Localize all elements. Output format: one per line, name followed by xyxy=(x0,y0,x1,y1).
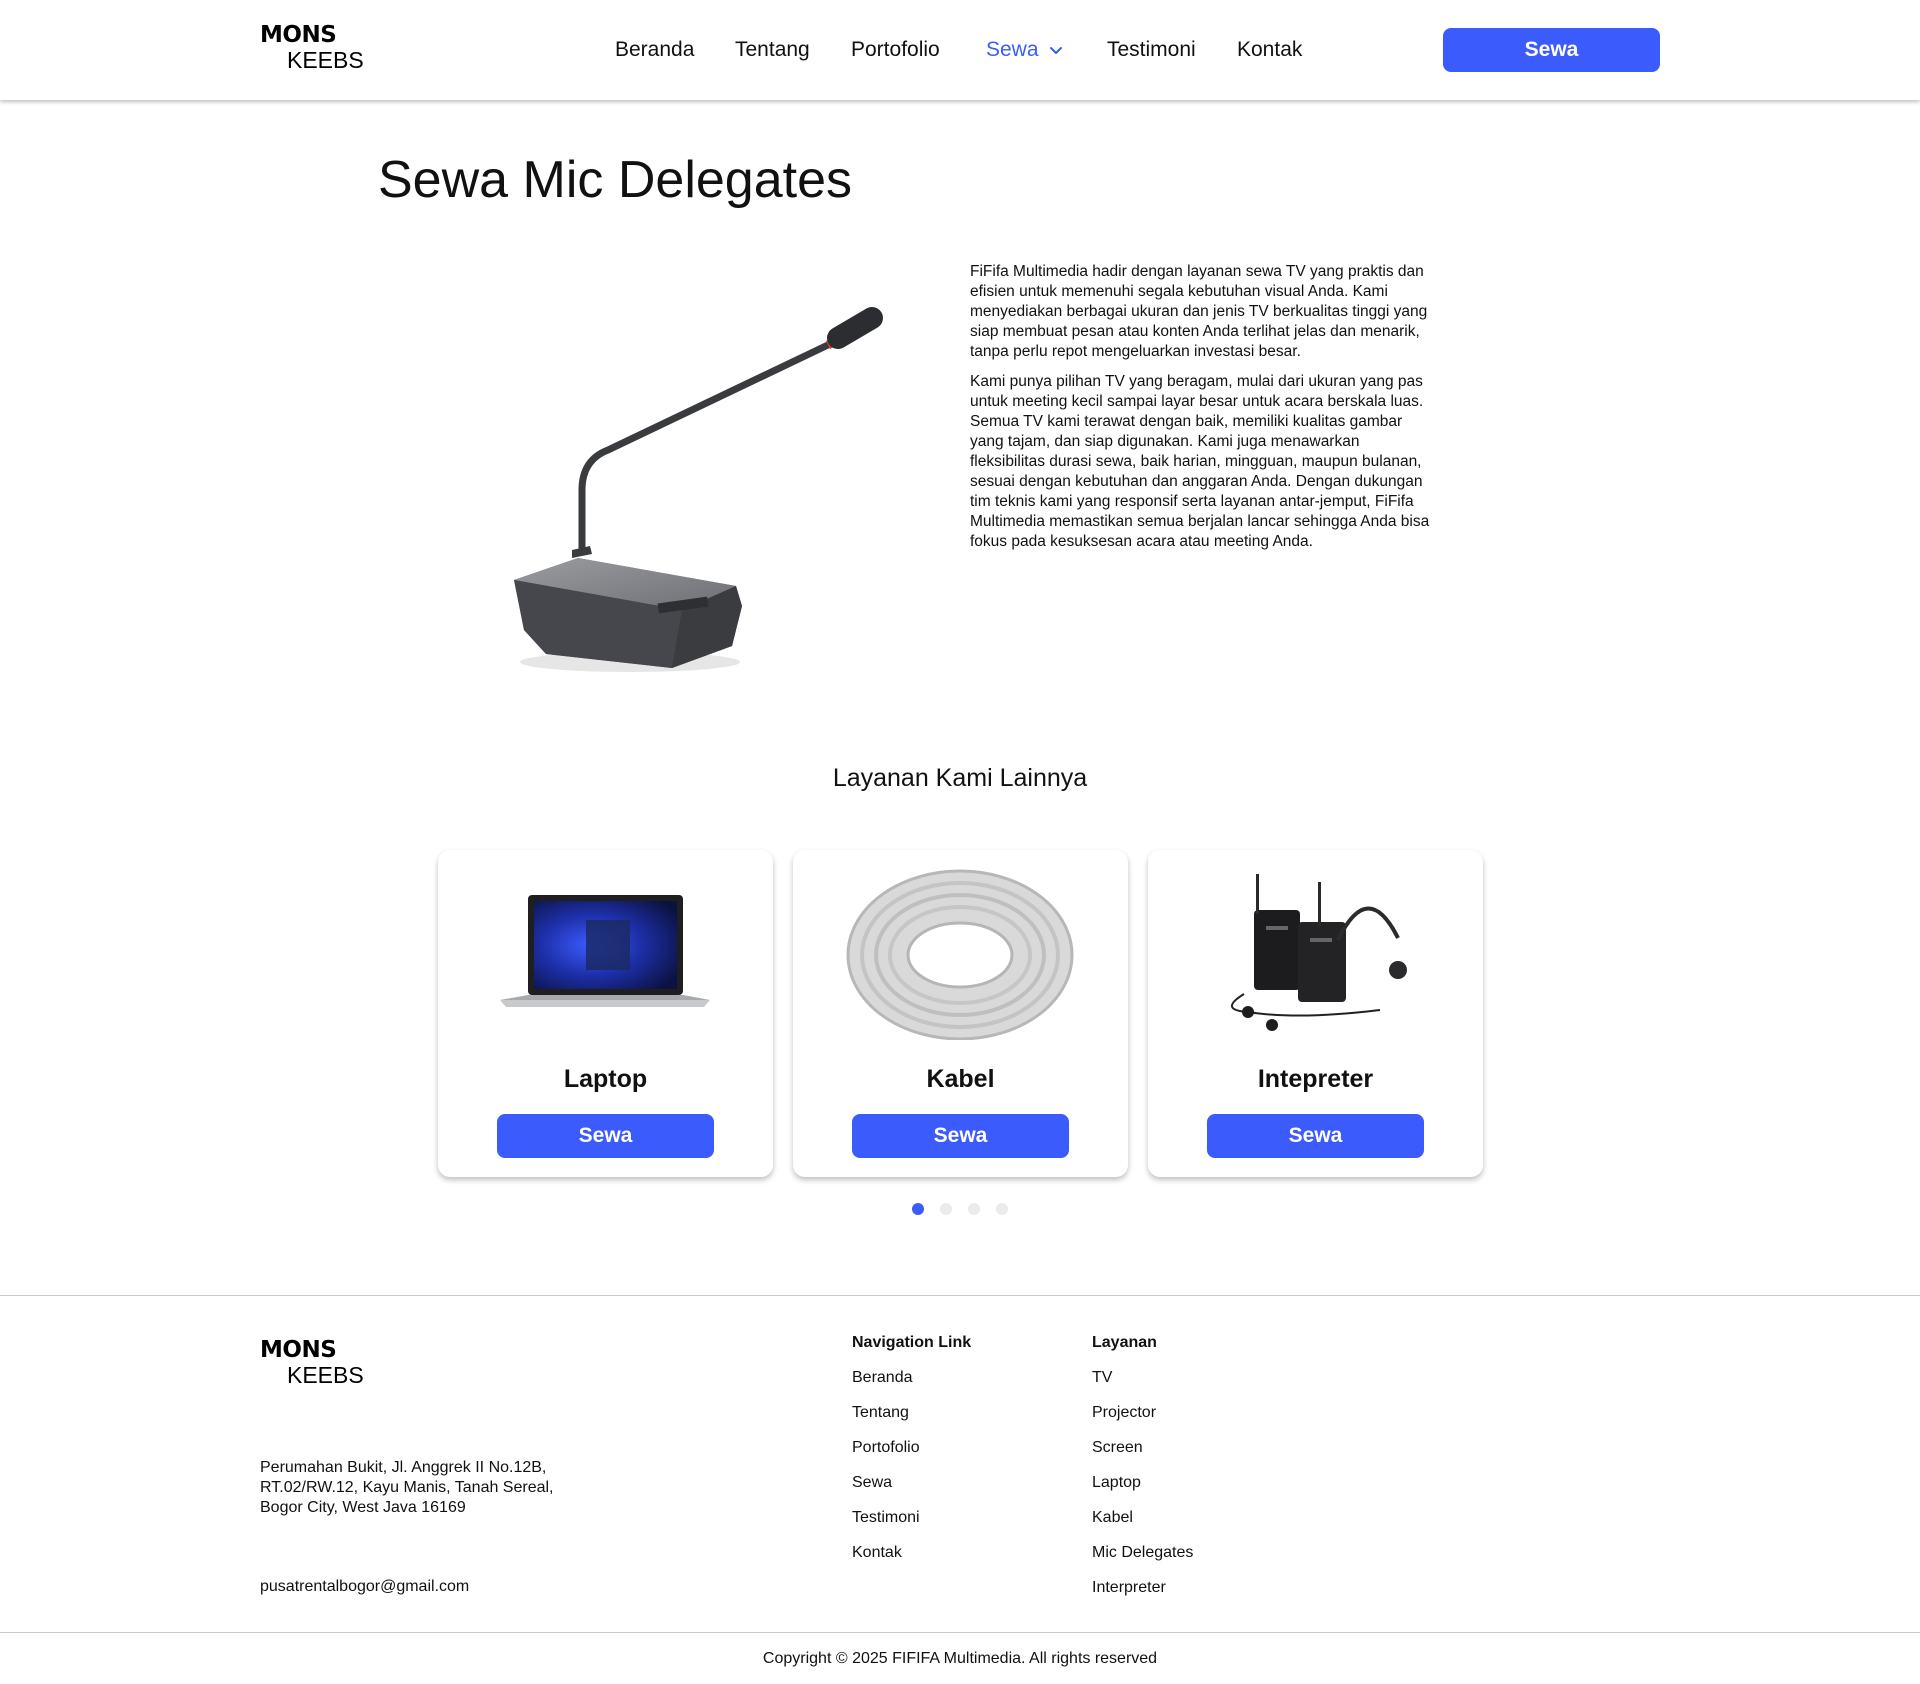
footer-link-portofolio[interactable]: Portofolio xyxy=(852,1438,971,1473)
interpreter-set-image xyxy=(1231,874,1407,1031)
footer-link-kabel[interactable]: Kabel xyxy=(1092,1508,1193,1543)
footer-link-kontak[interactable]: Kontak xyxy=(852,1543,971,1578)
footer-nav-title: Navigation Link xyxy=(852,1334,972,1351)
section-title: Layanan Kami Lainnya xyxy=(832,764,1088,792)
footer-link-tentang[interactable]: Tentang xyxy=(852,1403,971,1438)
nav-item-tentang[interactable]: Tentang xyxy=(735,38,810,62)
cable-coil-image xyxy=(846,869,1074,1040)
carousel-dot[interactable] xyxy=(912,1203,924,1215)
nav-item-portofolio[interactable]: Portofolio xyxy=(851,38,940,62)
footer-services-column: Layanan TV Projector Screen Laptop Kabel… xyxy=(1092,1333,1193,1613)
card-name: Kabel xyxy=(926,1065,995,1093)
header-rent-button[interactable]: Sewa xyxy=(1443,28,1660,72)
footer-link-beranda[interactable]: Beranda xyxy=(852,1368,971,1403)
nav-item-beranda[interactable]: Beranda xyxy=(615,38,694,62)
footer-link-screen[interactable]: Screen xyxy=(1092,1438,1193,1473)
footer-link-projector[interactable]: Projector xyxy=(1092,1403,1193,1438)
carousel-dot[interactable] xyxy=(940,1203,952,1215)
card-name: Laptop xyxy=(563,1065,648,1093)
brand-line-1: MONS xyxy=(260,1337,337,1363)
service-card-laptop: Laptop Sewa xyxy=(438,850,773,1177)
carousel-dot[interactable] xyxy=(968,1203,980,1215)
footer-email[interactable]: pusatrentalbogor@gmail.com xyxy=(260,1578,469,1596)
description-paragraph-2: Kami punya pilihan TV yang beragam, mula… xyxy=(970,373,1430,550)
footer-link-mic-delegates[interactable]: Mic Delegates xyxy=(1092,1543,1193,1578)
footer-services-title: Layanan xyxy=(1092,1334,1157,1351)
chevron-down-icon[interactable] xyxy=(1047,42,1065,60)
footer-link-tv[interactable]: TV xyxy=(1092,1368,1193,1403)
footer-divider-top xyxy=(0,1295,1920,1296)
service-card-kabel: Kabel Sewa xyxy=(793,850,1128,1177)
footer-link-testimoni[interactable]: Testimoni xyxy=(852,1508,971,1543)
carousel-dot[interactable] xyxy=(996,1203,1008,1215)
footer-divider-bottom xyxy=(0,1632,1920,1633)
brand-line-2: KEEBS xyxy=(287,1362,364,1388)
service-card-intepreter: Intepreter Sewa xyxy=(1148,850,1483,1177)
footer-link-interpreter[interactable]: Interpreter xyxy=(1092,1578,1193,1613)
rent-intepreter-button[interactable]: Sewa xyxy=(1207,1114,1424,1158)
footer-link-sewa[interactable]: Sewa xyxy=(852,1473,971,1508)
copyright-text: Copyright © 2025 FIFIFA Multimedia. All … xyxy=(762,1650,1158,1667)
rent-kabel-button[interactable]: Sewa xyxy=(852,1114,1069,1158)
rent-laptop-button[interactable]: Sewa xyxy=(497,1114,714,1158)
footer-link-laptop[interactable]: Laptop xyxy=(1092,1473,1193,1508)
footer-address: Perumahan Bukit, Jl. Anggrek II No.12B, … xyxy=(260,1459,554,1516)
description-paragraph-1: FiFifa Multimedia hadir dengan layanan s… xyxy=(970,263,1428,360)
description: FiFifa Multimedia hadir dengan layanan s… xyxy=(970,262,1430,562)
card-name: Intepreter xyxy=(1257,1065,1374,1093)
site-header: MONS KEEBS Beranda Tentang Portofolio Se… xyxy=(0,0,1920,100)
nav-item-kontak[interactable]: Kontak xyxy=(1237,38,1302,62)
footer-nav-column: Navigation Link Beranda Tentang Portofol… xyxy=(852,1333,971,1578)
nav-item-testimoni[interactable]: Testimoni xyxy=(1107,38,1196,62)
page-title: Sewa Mic Delegates xyxy=(378,151,852,209)
nav-item-sewa[interactable]: Sewa xyxy=(986,38,1039,62)
mic-delegates-image xyxy=(514,307,883,672)
footer-brand-logo[interactable]: MONS KEEBS xyxy=(260,1339,364,1387)
laptop-image xyxy=(500,895,710,1007)
